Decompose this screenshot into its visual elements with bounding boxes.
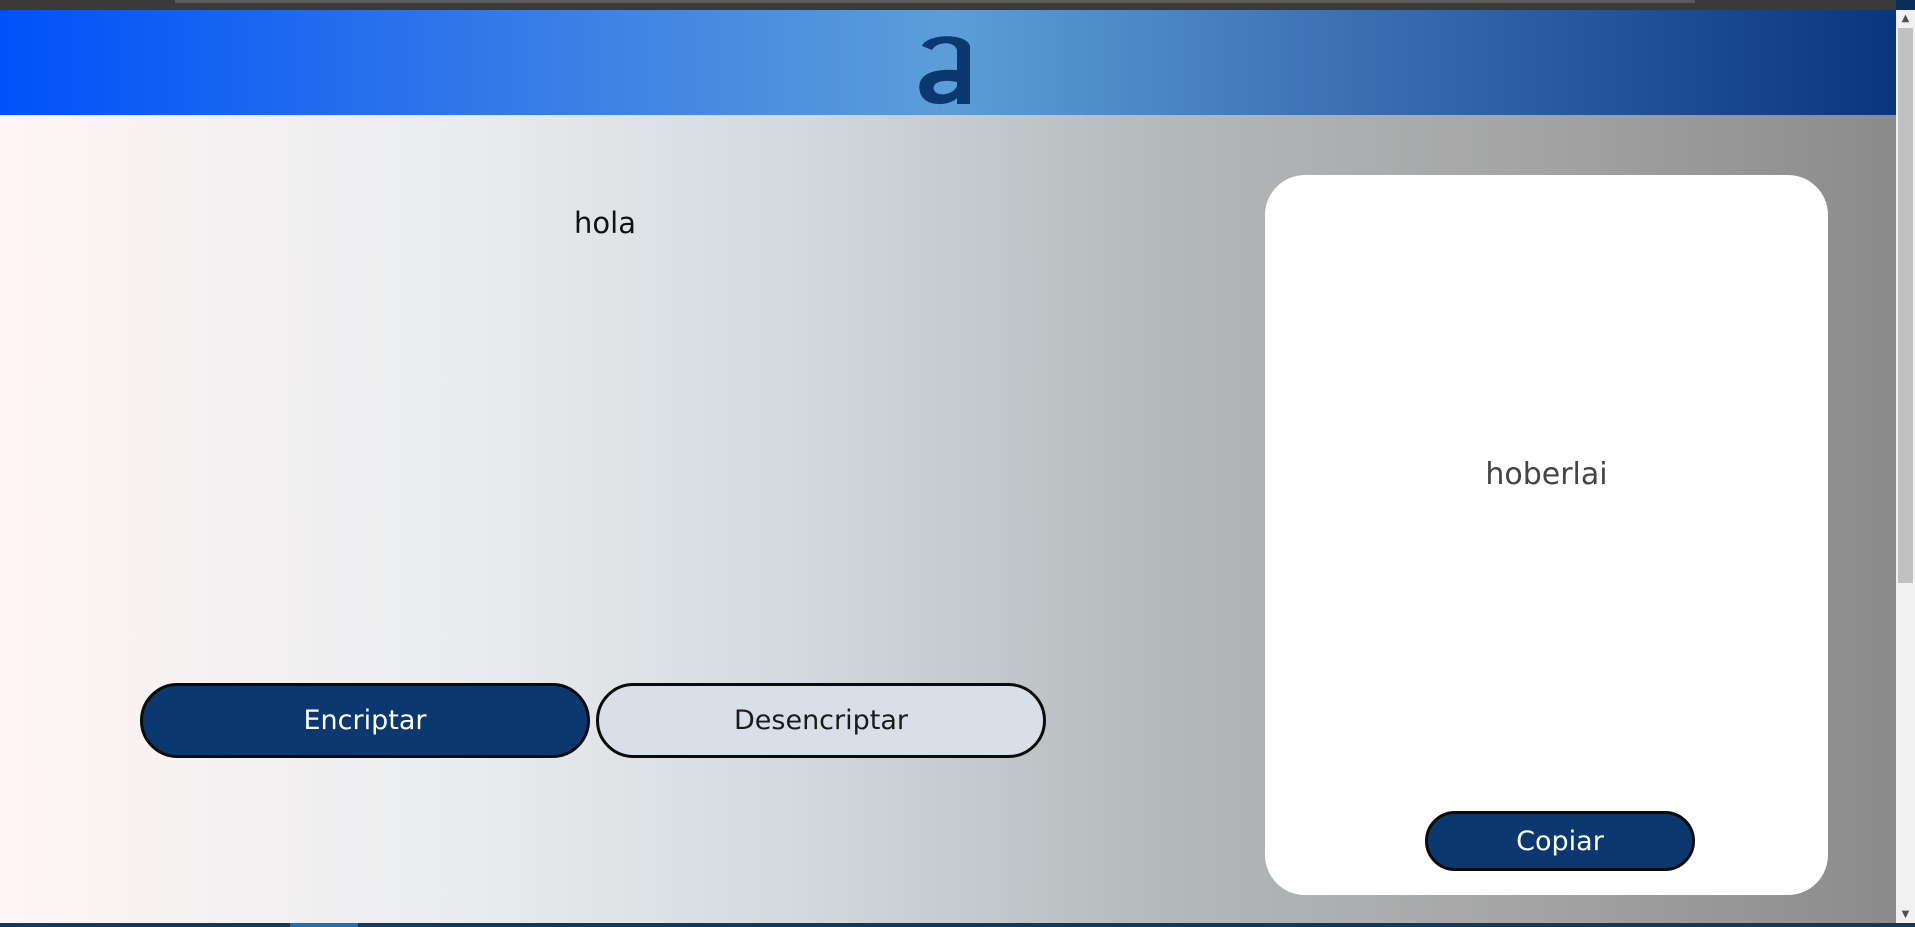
message-input[interactable]: hola bbox=[480, 206, 730, 246]
main-content: hola Encriptar Desencriptar hoberlai Cop… bbox=[0, 115, 1896, 923]
decrypt-button[interactable]: Desencriptar bbox=[596, 683, 1046, 758]
scroll-up-icon[interactable]: ▲ bbox=[1896, 10, 1915, 27]
app-window: hola Encriptar Desencriptar hoberlai Cop… bbox=[0, 0, 1915, 927]
scroll-thumb[interactable] bbox=[1898, 28, 1913, 583]
taskbar-strip bbox=[0, 923, 1915, 927]
taskbar-active-indicator bbox=[290, 923, 358, 927]
browser-top-strip-highlight bbox=[175, 0, 1695, 3]
scroll-down-icon[interactable]: ▼ bbox=[1896, 906, 1915, 923]
header-bar bbox=[0, 10, 1896, 115]
encrypt-button[interactable]: Encriptar bbox=[140, 683, 590, 758]
copy-button[interactable]: Copiar bbox=[1425, 811, 1695, 871]
result-text: hoberlai bbox=[1485, 457, 1608, 492]
vertical-scrollbar[interactable]: ▲ ▼ bbox=[1896, 10, 1915, 923]
result-card: hoberlai Copiar bbox=[1265, 175, 1828, 895]
browser-top-strip bbox=[0, 0, 1896, 10]
alura-logo-icon bbox=[919, 36, 970, 105]
